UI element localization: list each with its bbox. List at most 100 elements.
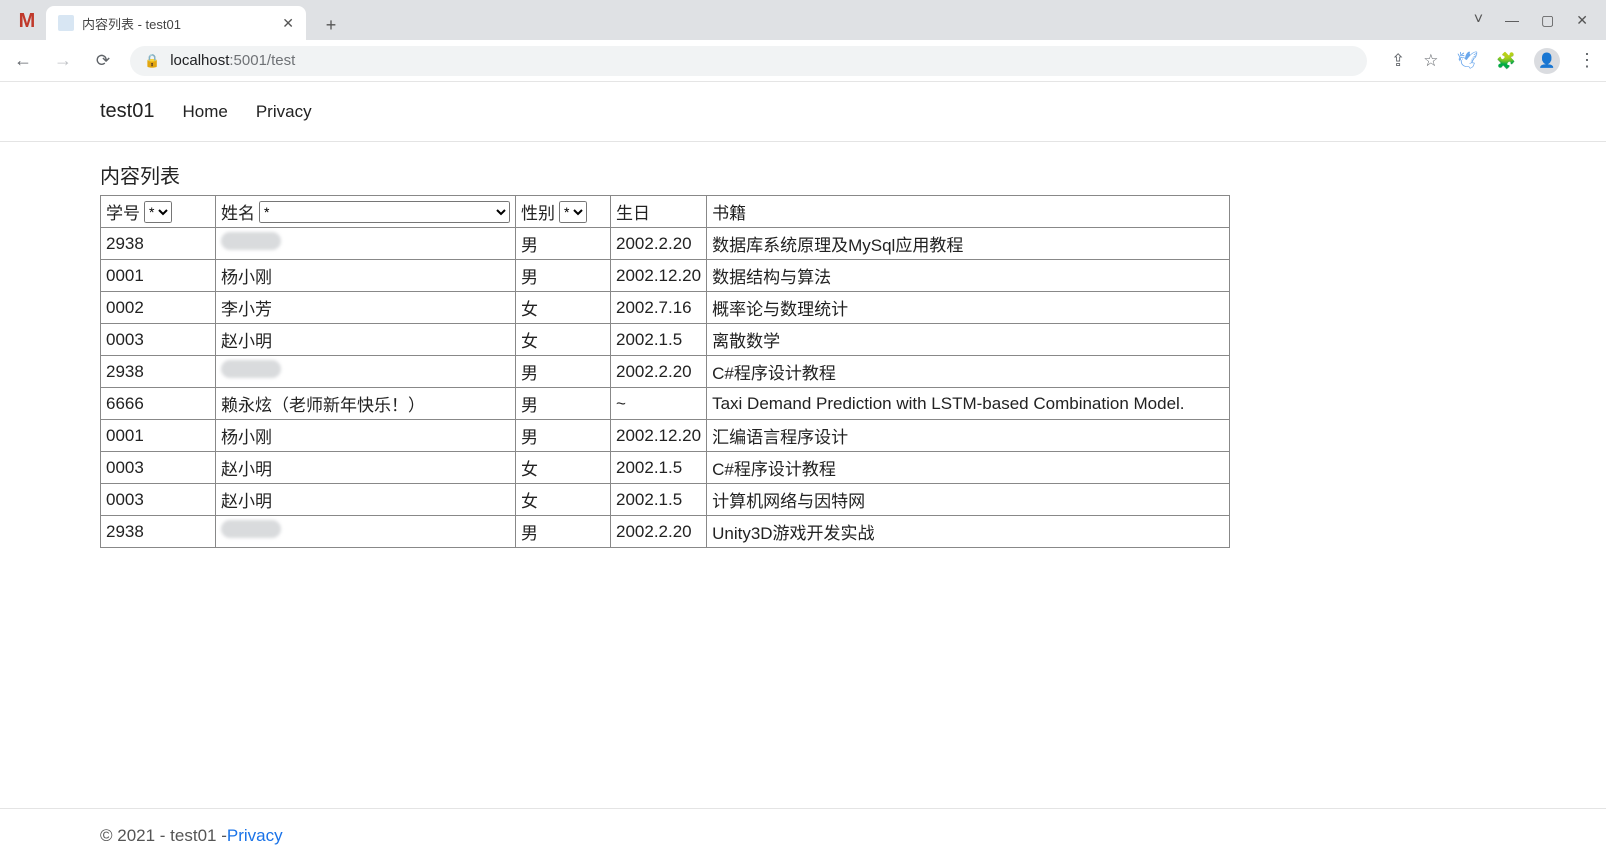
cell-dob: 2002.1.5 (611, 324, 707, 356)
address-bar[interactable]: 🔒 localhost:5001/test (130, 46, 1367, 76)
profile-avatar[interactable]: 👤 (1534, 48, 1560, 74)
cell-sex: 男 (516, 388, 611, 420)
app-badge: M (8, 2, 46, 40)
cell-dob: 2002.2.20 (611, 228, 707, 260)
cell-sex: 男 (516, 356, 611, 388)
filter-name-select[interactable]: * (259, 201, 510, 223)
cell-id: 0003 (101, 324, 216, 356)
cell-id: 0001 (101, 420, 216, 452)
table-row: 0003赵小明女2002.1.5C#程序设计教程 (101, 452, 1230, 484)
lock-icon: 🔒 (144, 53, 160, 69)
table-row: 0003赵小明女2002.1.5计算机网络与因特网 (101, 484, 1230, 516)
tab-search-icon[interactable]: ˅ (1474, 11, 1483, 29)
footer-privacy-link[interactable]: Privacy (227, 826, 283, 846)
tab-favicon (58, 15, 74, 31)
cell-name: 杨小刚 (216, 420, 516, 452)
cell-dob: 2002.1.5 (611, 452, 707, 484)
bird-extension-icon[interactable]: 🕊 (1456, 51, 1478, 71)
col-book-header: 书籍 (707, 196, 1230, 228)
cell-id: 6666 (101, 388, 216, 420)
table-body: 2938男2002.2.20数据库系统原理及MySql应用教程0001杨小刚男2… (101, 228, 1230, 548)
cell-id: 0002 (101, 292, 216, 324)
cell-name: 李小芳 (216, 292, 516, 324)
bookmark-icon[interactable]: ☆ (1423, 51, 1438, 71)
table-row: 0002李小芳女2002.7.16概率论与数理统计 (101, 292, 1230, 324)
filter-sex-select[interactable]: * (559, 201, 587, 223)
footer-text: © 2021 - test01 - (100, 826, 227, 846)
cell-book: 离散数学 (707, 324, 1230, 356)
cell-sex: 女 (516, 324, 611, 356)
nav-home[interactable]: Home (182, 102, 227, 122)
col-name-header: 姓名 * (216, 196, 516, 228)
cell-sex: 男 (516, 260, 611, 292)
maximize-icon[interactable]: ▢ (1541, 12, 1554, 29)
page-viewport: test01 Home Privacy 内容列表 学号 * (0, 82, 1606, 862)
cell-id: 2938 (101, 356, 216, 388)
minimize-icon[interactable]: — (1505, 12, 1519, 28)
table-row: 0003赵小明女2002.1.5离散数学 (101, 324, 1230, 356)
col-dob-header: 生日 (611, 196, 707, 228)
cell-book: 计算机网络与因特网 (707, 484, 1230, 516)
table-row: 6666赖永炫（老师新年快乐！）男~Taxi Demand Prediction… (101, 388, 1230, 420)
cell-sex: 男 (516, 516, 611, 548)
cell-name: 杨小刚 (216, 260, 516, 292)
table-row: 2938 男2002.2.20Unity3D游戏开发实战 (101, 516, 1230, 548)
browser-tabstrip: M 内容列表 - test01 ✕ + ˅ — ▢ ✕ (0, 0, 1606, 40)
cell-book: Taxi Demand Prediction with LSTM-based C… (707, 388, 1230, 420)
cell-id: 0003 (101, 484, 216, 516)
redacted-name (221, 360, 281, 378)
table-header-row: 学号 * 姓名 * (101, 196, 1230, 228)
cell-name: 赵小明 (216, 324, 516, 356)
new-tab-button[interactable]: + (316, 10, 346, 40)
table-row: 0001杨小刚男2002.12.20数据结构与算法 (101, 260, 1230, 292)
cell-sex: 女 (516, 452, 611, 484)
cell-name (216, 356, 516, 388)
cell-book: C#程序设计教程 (707, 452, 1230, 484)
main-content: 内容列表 学号 * (0, 142, 1606, 808)
cell-sex: 男 (516, 420, 611, 452)
cell-dob: ~ (611, 388, 707, 420)
cell-id: 2938 (101, 516, 216, 548)
browser-toolbar: ← → ⟳ 🔒 localhost:5001/test ⇪ ☆ 🕊 🧩 👤 ⋮ (0, 40, 1606, 82)
menu-icon[interactable]: ⋮ (1578, 50, 1596, 71)
cell-dob: 2002.2.20 (611, 356, 707, 388)
page-title: 内容列表 (100, 160, 1506, 189)
tab-title: 内容列表 - test01 (82, 14, 181, 33)
url-host: localhost (170, 52, 229, 69)
browser-tab[interactable]: 内容列表 - test01 ✕ (46, 6, 306, 40)
back-button[interactable]: ← (10, 48, 36, 74)
nav-privacy[interactable]: Privacy (256, 102, 312, 122)
cell-book: C#程序设计教程 (707, 356, 1230, 388)
close-window-icon[interactable]: ✕ (1576, 12, 1588, 29)
reload-button[interactable]: ⟳ (90, 48, 116, 74)
col-id-label: 学号 (106, 199, 140, 224)
tab-close-icon[interactable]: ✕ (282, 15, 294, 32)
extensions-icon[interactable]: 🧩 (1496, 51, 1516, 71)
col-sex-label: 性别 (521, 199, 555, 224)
cell-book: 数据结构与算法 (707, 260, 1230, 292)
table-row: 2938 男2002.2.20C#程序设计教程 (101, 356, 1230, 388)
url-text: localhost:5001/test (170, 52, 295, 69)
cell-dob: 2002.2.20 (611, 516, 707, 548)
table-row: 2938男2002.2.20数据库系统原理及MySql应用教程 (101, 228, 1230, 260)
col-name-label: 姓名 (221, 199, 255, 224)
cell-name: 赵小明 (216, 452, 516, 484)
cell-name: 赵小明 (216, 484, 516, 516)
cell-sex: 女 (516, 292, 611, 324)
filter-id-select[interactable]: * (144, 201, 172, 223)
cell-id: 0003 (101, 452, 216, 484)
cell-dob: 2002.7.16 (611, 292, 707, 324)
cell-id: 2938 (101, 228, 216, 260)
cell-sex: 男 (516, 228, 611, 260)
col-sex-header: 性别 * (516, 196, 611, 228)
brand[interactable]: test01 (100, 100, 154, 123)
cell-name (216, 228, 516, 260)
table-row: 0001杨小刚男2002.12.20汇编语言程序设计 (101, 420, 1230, 452)
redacted-name (221, 232, 281, 250)
share-icon[interactable]: ⇪ (1391, 51, 1405, 71)
cell-book: Unity3D游戏开发实战 (707, 516, 1230, 548)
forward-button: → (50, 48, 76, 74)
col-id-header: 学号 * (101, 196, 216, 228)
cell-id: 0001 (101, 260, 216, 292)
cell-sex: 女 (516, 484, 611, 516)
